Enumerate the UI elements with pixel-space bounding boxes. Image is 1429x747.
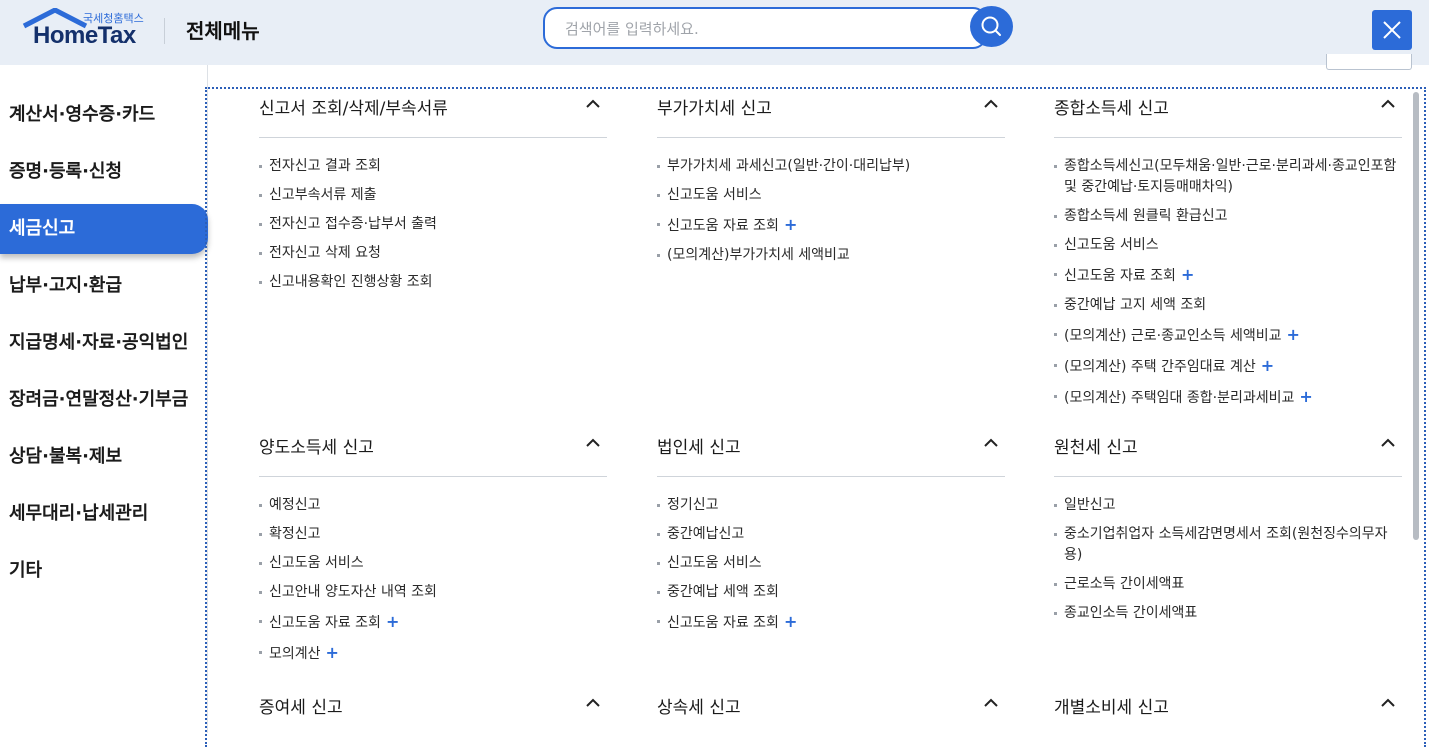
plus-icon[interactable]: + [1299,387,1312,406]
section-divider [1054,476,1402,477]
close-button[interactable] [1372,10,1412,50]
plus-icon[interactable]: + [326,643,339,662]
section-list: 정기신고 중간예납신고 신고도움 서비스 중간예납 세액 조회 신고도움 자료 … [657,495,1005,642]
search-input[interactable] [565,18,965,40]
category-sidebar: 계산서·영수증·카드 증명·등록·신청 세금신고 납부·고지·환급 지급명세·자… [0,65,208,733]
list-item[interactable]: 신고도움 서비스 [1054,235,1402,256]
section-title[interactable]: 증여세 신고 [259,693,343,718]
chevron-up-icon[interactable] [983,695,999,711]
section-title[interactable]: 개별소비세 신고 [1054,693,1169,718]
sidebar-item-agent[interactable]: 세무대리·납세관리 [0,489,208,539]
list-item[interactable]: (모의계산) 주택 간주임대료 계산 + [1054,355,1402,378]
section-title[interactable]: 법인세 신고 [657,433,741,458]
chevron-up-icon[interactable] [983,96,999,112]
search-box [543,7,987,49]
list-item[interactable]: 일반신고 [1054,495,1402,516]
section-list: 예정신고 확정신고 신고도움 서비스 신고안내 양도자산 내역 조회 신고도움 … [259,495,607,673]
list-item[interactable]: 신고도움 서비스 [657,553,1005,574]
list-item[interactable]: 중간예납신고 [657,524,1005,545]
list-item[interactable]: 중간예납 세액 조회 [657,582,1005,603]
chevron-up-icon[interactable] [1380,96,1396,112]
page-title: 전체메뉴 [186,19,260,43]
list-item[interactable]: 신고도움 자료 조회 + [259,611,607,634]
sidebar-item-incentive[interactable]: 장려금·연말정산·기부금 [0,375,208,425]
section-title[interactable]: 양도소득세 신고 [259,433,374,458]
chevron-up-icon[interactable] [585,435,601,451]
list-item[interactable]: 종합소득세 원클릭 환급신고 [1054,206,1402,227]
hometax-logo[interactable]: 국세청홈택스 HomeTax [22,8,144,50]
section-divider [657,137,1005,138]
top-tab-stub [1326,54,1412,70]
list-item[interactable]: 신고안내 양도자산 내역 조회 [259,582,607,603]
list-item[interactable]: 전자신고 접수증·납부서 출력 [259,214,607,235]
list-item[interactable]: 신고부속서류 제출 [259,185,607,206]
search-icon [981,16,1001,36]
list-item[interactable]: 중간예납 고지 세액 조회 [1054,295,1402,316]
section-title[interactable]: 상속세 신고 [657,693,741,718]
list-item[interactable]: 신고도움 자료 조회 + [657,611,1005,634]
list-item[interactable]: 신고도움 서비스 [259,553,607,574]
search-button[interactable] [970,6,1013,47]
section-title[interactable]: 원천세 신고 [1054,433,1138,458]
list-item[interactable]: 중소기업취업자 소득세감면명세서 조회(원천징수의무자용) [1054,524,1402,566]
sidebar-item-invoice[interactable]: 계산서·영수증·카드 [0,90,208,140]
list-item[interactable]: 부가가치세 과세신고(일반·간이·대리납부) [657,156,1005,177]
sidebar-item-etc[interactable]: 기타 [0,546,208,596]
close-icon [1383,21,1401,39]
sidebar-item-payment[interactable]: 납부·고지·환급 [0,261,208,311]
list-item[interactable]: 전자신고 삭제 요청 [259,243,607,264]
list-item[interactable]: 근로소득 간이세액표 [1054,574,1402,595]
section-list: 종합소득세신고(모두채움·일반·근로·분리과세·종교인포함 및 중간예납·토지등… [1054,156,1402,417]
section-divider [657,476,1005,477]
chevron-up-icon[interactable] [585,695,601,711]
chevron-up-icon[interactable] [983,435,999,451]
logo-wordmark: HomeTax [33,22,136,49]
plus-icon[interactable]: + [784,215,797,234]
sidebar-item-certificate[interactable]: 증명·등록·신청 [0,147,208,197]
plus-icon[interactable]: + [386,612,399,631]
list-item[interactable]: 신고도움 자료 조회 + [657,214,1005,237]
list-item[interactable]: 확정신고 [259,524,607,545]
plus-icon[interactable]: + [1181,265,1194,284]
list-item[interactable]: 정기신고 [657,495,1005,516]
section-divider [259,137,607,138]
section-title[interactable]: 신고서 조회/삭제/부속서류 [259,94,448,119]
plus-icon[interactable]: + [784,612,797,631]
list-item[interactable]: 모의계산 + [259,642,607,665]
section-title[interactable]: 부가가치세 신고 [657,94,772,119]
header-divider [164,18,165,44]
list-item[interactable]: 종교인소득 간이세액표 [1054,603,1402,624]
list-item[interactable]: 신고도움 자료 조회 + [1054,264,1402,287]
sidebar-item-tax-filing[interactable]: 세금신고 [0,204,208,254]
plus-icon[interactable]: + [1286,325,1299,344]
section-list: 부가가치세 과세신고(일반·간이·대리납부) 신고도움 서비스 신고도움 자료 … [657,156,1005,274]
content-scrollbar[interactable] [1413,92,1419,540]
section-divider [259,476,607,477]
list-item[interactable]: 신고내용확인 진행상황 조회 [259,272,607,293]
chevron-up-icon[interactable] [1380,695,1396,711]
chevron-up-icon[interactable] [1380,435,1396,451]
section-title[interactable]: 종합소득세 신고 [1054,94,1169,119]
chevron-up-icon[interactable] [585,96,601,112]
sidebar-item-statement[interactable]: 지급명세·자료·공익법인 [0,318,208,368]
list-item[interactable]: 신고도움 서비스 [657,185,1005,206]
section-list: 일반신고 중소기업취업자 소득세감면명세서 조회(원천징수의무자용) 근로소득 … [1054,495,1402,632]
section-divider [1054,137,1402,138]
sidebar-item-consultation[interactable]: 상담·불복·제보 [0,432,208,482]
list-item[interactable]: (모의계산)부가가치세 세액비교 [657,245,1005,266]
list-item[interactable]: 전자신고 결과 조회 [259,156,607,177]
plus-icon[interactable]: + [1261,356,1274,375]
list-item[interactable]: 종합소득세신고(모두채움·일반·근로·분리과세·종교인포함 및 중간예납·토지등… [1054,156,1402,198]
list-item[interactable]: (모의계산) 근로·종교인소득 세액비교 + [1054,324,1402,347]
list-item[interactable]: 예정신고 [259,495,607,516]
list-item[interactable]: (모의계산) 주택임대 종합·분리과세비교 + [1054,386,1402,409]
top-header: 국세청홈택스 HomeTax 전체메뉴 [0,0,1429,65]
section-list: 전자신고 결과 조회 신고부속서류 제출 전자신고 접수증·납부서 출력 전자신… [259,156,607,301]
